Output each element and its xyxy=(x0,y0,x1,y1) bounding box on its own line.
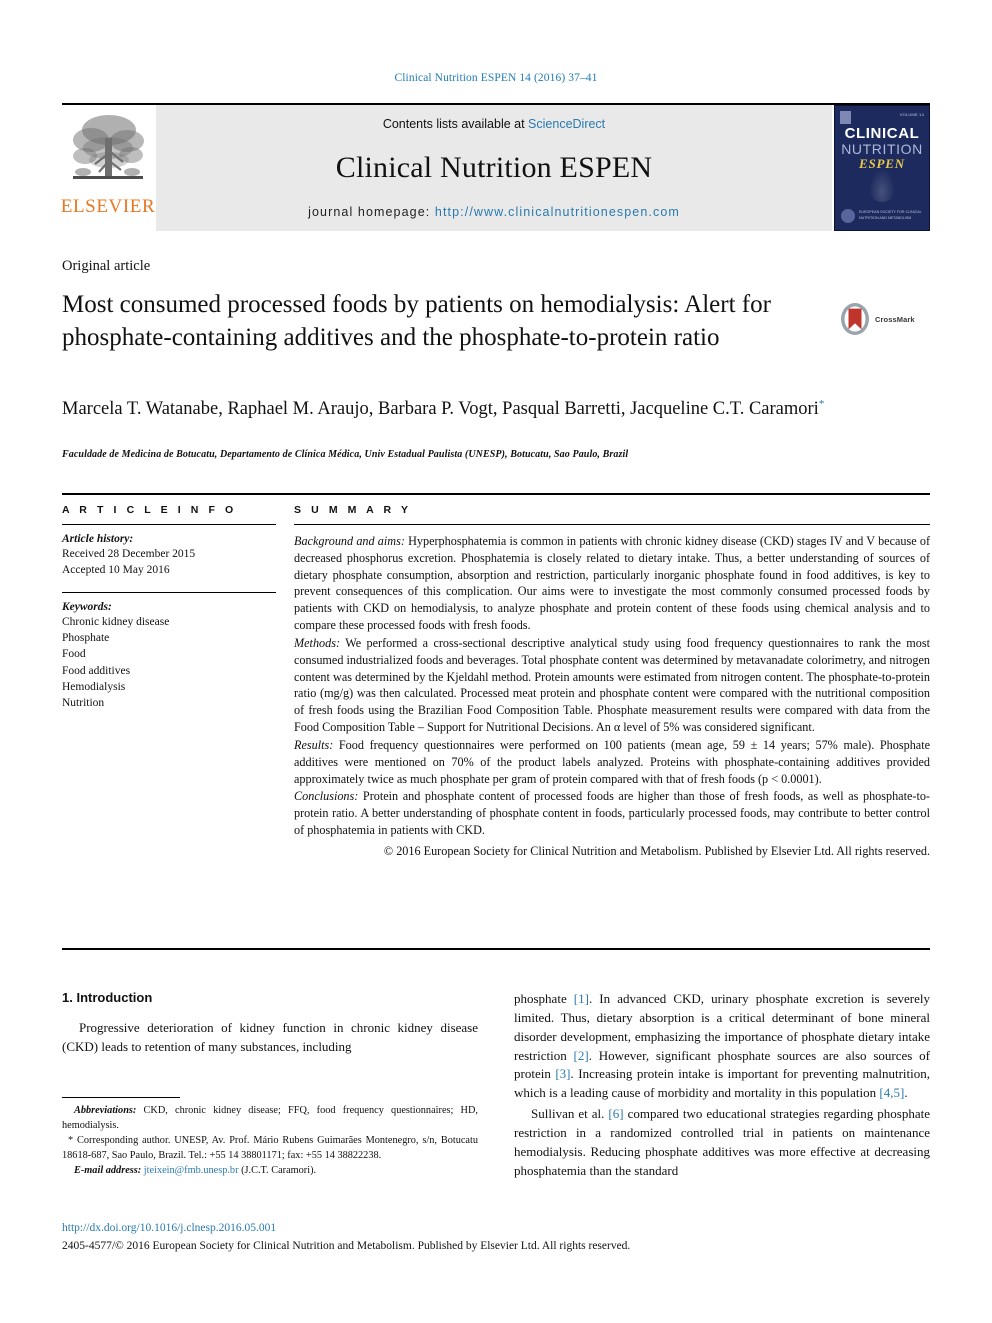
section-heading-introduction: 1. Introduction xyxy=(62,990,153,1005)
author-names: Marcela T. Watanabe, Raphael M. Araujo, … xyxy=(62,399,819,420)
crossmark-badge[interactable]: CrossMark xyxy=(838,302,915,336)
article-accepted-date: Accepted 10 May 2016 xyxy=(62,564,170,577)
cover-elsevier-icon xyxy=(840,111,851,124)
article-history-label: Article history: xyxy=(62,533,134,545)
footnote-rule xyxy=(62,1097,180,1098)
homepage-prefix: journal homepage: xyxy=(308,205,435,219)
article-info-column: A R T I C L E I N F O Article history: R… xyxy=(62,504,294,872)
keywords-rule xyxy=(62,591,276,593)
journal-title: Clinical Nutrition ESPEN xyxy=(335,151,653,184)
citation-ref-2[interactable]: [2] xyxy=(574,1048,589,1063)
footnote-corresponding-author: * Corresponding author. UNESP, Av. Prof.… xyxy=(62,1134,478,1163)
journal-masthead: ELSEVIER Contents lists available at Sci… xyxy=(60,103,930,231)
article-info-heading: A R T I C L E I N F O xyxy=(62,504,237,516)
citation-ref-6[interactable]: [6] xyxy=(608,1106,623,1121)
keywords-label: Keywords: xyxy=(62,600,112,613)
journal-cover-thumbnail[interactable]: VOLUME 14 CLINICAL NUTRITION ESPEN EUROP… xyxy=(834,105,930,231)
abstract-background-label: Background and aims: xyxy=(294,534,405,548)
elsevier-logo: ELSEVIER xyxy=(60,105,156,231)
sullivan-text-a: Sullivan et al. xyxy=(531,1106,609,1122)
footnotes-block: Abbreviations: CKD, chronic kidney disea… xyxy=(62,1097,478,1180)
citation-ref-4-5[interactable]: [4,5] xyxy=(879,1085,904,1100)
summary-column: S U M M A R Y Background and aims: Hyper… xyxy=(294,504,930,872)
summary-rule xyxy=(294,524,930,525)
intro-right-text-e: . xyxy=(904,1085,908,1101)
citation-ref-1[interactable]: [1] xyxy=(574,991,589,1006)
article-type: Original article xyxy=(62,258,151,274)
author-list: Marcela T. Watanabe, Raphael M. Araujo, … xyxy=(62,396,930,424)
abstract-methods: Methods: We performed a cross-sectional … xyxy=(294,635,930,736)
intro-paragraph-right-1: phosphate [1]. In advanced CKD, urinary … xyxy=(514,990,930,1103)
footnote-abbreviations: Abbreviations: CKD, chronic kidney disea… xyxy=(62,1104,478,1133)
keyword-item: Chronic kidney disease xyxy=(62,615,170,628)
keyword-item: Nutrition xyxy=(62,697,105,710)
elsevier-wordmark: ELSEVIER xyxy=(60,196,156,217)
doi-link[interactable]: http://dx.doi.org/10.1016/j.clnesp.2016.… xyxy=(62,1222,930,1234)
contents-available-line: Contents lists available at ScienceDirec… xyxy=(383,117,605,131)
cover-date: VOLUME 14 xyxy=(899,112,924,117)
affiliation: Faculdade de Medicina de Botucatu, Depar… xyxy=(62,449,629,460)
cover-society-icon xyxy=(841,209,855,223)
crossmark-icon xyxy=(841,303,869,335)
cover-title-line2: NUTRITION xyxy=(841,141,923,157)
crossmark-label: CrossMark xyxy=(875,314,915,324)
keyword-item: Food xyxy=(62,648,86,661)
article-info-rule xyxy=(62,524,276,525)
page-title: Most consumed processed foods by patient… xyxy=(62,291,771,351)
abstract-results: Results: Food frequency questionnaires w… xyxy=(294,737,930,787)
abstract-results-text: Food frequency questionnaires were perfo… xyxy=(294,737,930,786)
abstract-conclusions-text: Protein and phosphate content of process… xyxy=(294,789,930,838)
intro-paragraph-right-2: Sullivan et al. [6] compared two educati… xyxy=(514,1105,930,1180)
sciencedirect-link[interactable]: ScienceDirect xyxy=(528,117,605,131)
abstract-results-label: Results: xyxy=(294,737,334,752)
body-divider-rule xyxy=(62,948,930,950)
contents-prefix: Contents lists available at xyxy=(382,117,529,131)
journal-homepage-link[interactable]: http://www.clinicalnutritionespen.com xyxy=(435,205,680,219)
intro-right-text-d: . Increasing protein intake is important… xyxy=(514,1066,930,1101)
running-head: Clinical Nutrition ESPEN 14 (2016) 37–41 xyxy=(394,72,598,84)
abstract-background: Background and aims: Hyperphosphatemia i… xyxy=(294,533,930,634)
keyword-item: Hemodialysis xyxy=(62,680,126,693)
keyword-item: Phosphate xyxy=(62,631,110,644)
journal-homepage-line: journal homepage: http://www.clinicalnut… xyxy=(308,205,680,219)
body-column-right: phosphate [1]. In advanced CKD, urinary … xyxy=(514,990,930,1182)
cover-title-line1: CLINICAL xyxy=(844,125,920,142)
intro-paragraph-left: Progressive deterioration of kidney func… xyxy=(62,1020,478,1054)
footnote-email: E-mail address: jteixein@fmb.unesp.br (J… xyxy=(62,1164,478,1179)
email-suffix: (J.C.T. Caramori). xyxy=(238,1165,317,1177)
issn-copyright-line: 2405-4577/© 2016 European Society for Cl… xyxy=(62,1240,631,1252)
title-block: Original article Most consumed processed… xyxy=(62,258,930,354)
citation-ref-3[interactable]: [3] xyxy=(555,1066,570,1081)
abstract-methods-label: Methods: xyxy=(294,635,341,650)
elsevier-tree-icon xyxy=(73,115,144,179)
email-link[interactable]: jteixein@fmb.unesp.br xyxy=(144,1165,239,1176)
corresponding-text: Corresponding author. UNESP, Av. Prof. M… xyxy=(62,1135,478,1161)
email-label: E-mail address: xyxy=(74,1165,142,1177)
abstract-copyright: © 2016 European Society for Clinical Nut… xyxy=(383,843,930,858)
abstract-conclusions-label: Conclusions: xyxy=(294,789,359,804)
corresponding-author-marker[interactable]: * xyxy=(819,398,825,410)
abbreviations-label: Abbreviations: xyxy=(74,1105,137,1116)
cover-footer-text: EUROPEAN SOCIETY FOR CLINICAL NUTRITION … xyxy=(859,210,922,220)
journal-article-page: Clinical Nutrition ESPEN 14 (2016) 37–41 xyxy=(0,0,992,1323)
intro-right-text-a: phosphate xyxy=(514,991,574,1006)
abstract-section: A R T I C L E I N F O Article history: R… xyxy=(62,493,930,872)
abstract-conclusions: Conclusions: Protein and phosphate conte… xyxy=(294,788,930,838)
abstract-background-text: Hyperphosphatemia is common in patients … xyxy=(294,534,930,633)
keyword-item: Food additives xyxy=(62,664,131,677)
abstract-methods-text: We performed a cross-sectional descripti… xyxy=(294,635,930,735)
title-row: Most consumed processed foods by patient… xyxy=(62,288,930,354)
summary-heading: S U M M A R Y xyxy=(294,504,412,516)
article-received-date: Received 28 December 2015 xyxy=(62,548,196,560)
journal-band: Contents lists available at ScienceDirec… xyxy=(156,105,832,231)
cover-droplet-graphic xyxy=(869,168,895,202)
